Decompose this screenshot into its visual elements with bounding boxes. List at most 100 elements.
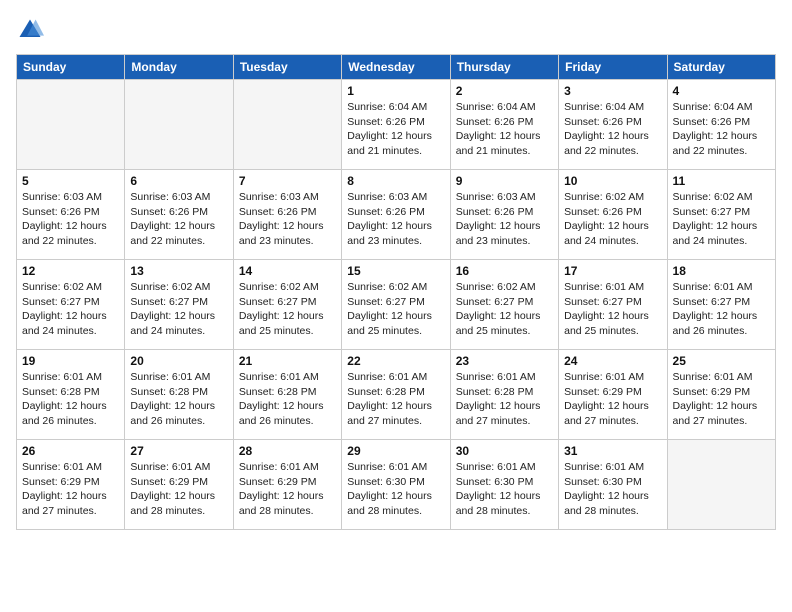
day-info: Sunrise: 6:03 AM Sunset: 6:26 PM Dayligh…: [239, 190, 336, 249]
day-number: 14: [239, 264, 336, 278]
header-saturday: Saturday: [667, 55, 775, 80]
day-info: Sunrise: 6:01 AM Sunset: 6:27 PM Dayligh…: [673, 280, 770, 339]
calendar-table: SundayMondayTuesdayWednesdayThursdayFrid…: [16, 54, 776, 530]
calendar-day-cell: 14 Sunrise: 6:02 AM Sunset: 6:27 PM Dayli…: [233, 260, 341, 350]
header-thursday: Thursday: [450, 55, 558, 80]
day-info: Sunrise: 6:02 AM Sunset: 6:27 PM Dayligh…: [239, 280, 336, 339]
day-number: 18: [673, 264, 770, 278]
day-info: Sunrise: 6:04 AM Sunset: 6:26 PM Dayligh…: [673, 100, 770, 159]
day-info: Sunrise: 6:03 AM Sunset: 6:26 PM Dayligh…: [130, 190, 227, 249]
calendar-day-cell: 11 Sunrise: 6:02 AM Sunset: 6:27 PM Dayli…: [667, 170, 775, 260]
day-info: Sunrise: 6:01 AM Sunset: 6:29 PM Dayligh…: [130, 460, 227, 519]
calendar-day-cell: [125, 80, 233, 170]
day-number: 22: [347, 354, 444, 368]
day-info: Sunrise: 6:04 AM Sunset: 6:26 PM Dayligh…: [347, 100, 444, 159]
calendar-day-cell: 24 Sunrise: 6:01 AM Sunset: 6:29 PM Dayli…: [559, 350, 667, 440]
day-number: 19: [22, 354, 119, 368]
calendar-week-row: 19 Sunrise: 6:01 AM Sunset: 6:28 PM Dayli…: [17, 350, 776, 440]
calendar-day-cell: 30Sunrise: 6:01 AM Sunset: 6:30 PM Dayli…: [450, 440, 558, 530]
header-friday: Friday: [559, 55, 667, 80]
calendar-day-cell: 23 Sunrise: 6:01 AM Sunset: 6:28 PM Dayli…: [450, 350, 558, 440]
day-number: 7: [239, 174, 336, 188]
calendar-week-row: 1Sunrise: 6:04 AM Sunset: 6:26 PM Daylig…: [17, 80, 776, 170]
day-info: Sunrise: 6:01 AM Sunset: 6:28 PM Dayligh…: [22, 370, 119, 429]
day-info: Sunrise: 6:01 AM Sunset: 6:29 PM Dayligh…: [239, 460, 336, 519]
day-info: Sunrise: 6:03 AM Sunset: 6:26 PM Dayligh…: [456, 190, 553, 249]
calendar-day-cell: 3Sunrise: 6:04 AM Sunset: 6:26 PM Daylig…: [559, 80, 667, 170]
day-info: Sunrise: 6:01 AM Sunset: 6:29 PM Dayligh…: [564, 370, 661, 429]
day-number: 26: [22, 444, 119, 458]
day-info: Sunrise: 6:01 AM Sunset: 6:28 PM Dayligh…: [456, 370, 553, 429]
day-info: Sunrise: 6:02 AM Sunset: 6:27 PM Dayligh…: [130, 280, 227, 339]
day-number: 27: [130, 444, 227, 458]
day-number: 10: [564, 174, 661, 188]
logo-icon: [16, 16, 44, 44]
header-tuesday: Tuesday: [233, 55, 341, 80]
calendar-day-cell: 16Sunrise: 6:02 AM Sunset: 6:27 PM Dayli…: [450, 260, 558, 350]
day-info: Sunrise: 6:01 AM Sunset: 6:30 PM Dayligh…: [347, 460, 444, 519]
day-number: 24: [564, 354, 661, 368]
calendar-day-cell: 4 Sunrise: 6:04 AM Sunset: 6:26 PM Daylig…: [667, 80, 775, 170]
day-info: Sunrise: 6:02 AM Sunset: 6:26 PM Dayligh…: [564, 190, 661, 249]
calendar-day-cell: [667, 440, 775, 530]
calendar-day-cell: [233, 80, 341, 170]
day-info: Sunrise: 6:01 AM Sunset: 6:28 PM Dayligh…: [239, 370, 336, 429]
calendar-day-cell: 21 Sunrise: 6:01 AM Sunset: 6:28 PM Dayli…: [233, 350, 341, 440]
calendar-day-cell: 15 Sunrise: 6:02 AM Sunset: 6:27 PM Dayli…: [342, 260, 450, 350]
calendar-day-cell: 12Sunrise: 6:02 AM Sunset: 6:27 PM Dayli…: [17, 260, 125, 350]
day-number: 9: [456, 174, 553, 188]
day-number: 29: [347, 444, 444, 458]
day-info: Sunrise: 6:02 AM Sunset: 6:27 PM Dayligh…: [456, 280, 553, 339]
calendar-day-cell: 17Sunrise: 6:01 AM Sunset: 6:27 PM Dayli…: [559, 260, 667, 350]
calendar-day-cell: 29 Sunrise: 6:01 AM Sunset: 6:30 PM Dayli…: [342, 440, 450, 530]
header-monday: Monday: [125, 55, 233, 80]
day-number: 25: [673, 354, 770, 368]
day-info: Sunrise: 6:01 AM Sunset: 6:28 PM Dayligh…: [347, 370, 444, 429]
day-info: Sunrise: 6:02 AM Sunset: 6:27 PM Dayligh…: [673, 190, 770, 249]
header-wednesday: Wednesday: [342, 55, 450, 80]
calendar-day-cell: 6 Sunrise: 6:03 AM Sunset: 6:26 PM Daylig…: [125, 170, 233, 260]
day-number: 23: [456, 354, 553, 368]
calendar-header-row: SundayMondayTuesdayWednesdayThursdayFrid…: [17, 55, 776, 80]
calendar-day-cell: 19 Sunrise: 6:01 AM Sunset: 6:28 PM Dayli…: [17, 350, 125, 440]
day-info: Sunrise: 6:03 AM Sunset: 6:26 PM Dayligh…: [347, 190, 444, 249]
calendar-day-cell: 25 Sunrise: 6:01 AM Sunset: 6:29 PM Dayli…: [667, 350, 775, 440]
calendar-day-cell: 5 Sunrise: 6:03 AM Sunset: 6:26 PM Daylig…: [17, 170, 125, 260]
day-number: 6: [130, 174, 227, 188]
day-number: 5: [22, 174, 119, 188]
calendar-day-cell: 8 Sunrise: 6:03 AM Sunset: 6:26 PM Daylig…: [342, 170, 450, 260]
header-sunday: Sunday: [17, 55, 125, 80]
day-number: 20: [130, 354, 227, 368]
day-number: 2: [456, 84, 553, 98]
day-info: Sunrise: 6:03 AM Sunset: 6:26 PM Dayligh…: [22, 190, 119, 249]
calendar-day-cell: 22 Sunrise: 6:01 AM Sunset: 6:28 PM Dayli…: [342, 350, 450, 440]
day-number: 21: [239, 354, 336, 368]
calendar-day-cell: [17, 80, 125, 170]
day-number: 28: [239, 444, 336, 458]
day-info: Sunrise: 6:02 AM Sunset: 6:27 PM Dayligh…: [347, 280, 444, 339]
day-number: 13: [130, 264, 227, 278]
day-number: 11: [673, 174, 770, 188]
page-header: [16, 16, 776, 44]
calendar-week-row: 26 Sunrise: 6:01 AM Sunset: 6:29 PM Dayli…: [17, 440, 776, 530]
calendar-day-cell: 18 Sunrise: 6:01 AM Sunset: 6:27 PM Dayli…: [667, 260, 775, 350]
day-info: Sunrise: 6:04 AM Sunset: 6:26 PM Dayligh…: [456, 100, 553, 159]
day-info: Sunrise: 6:04 AM Sunset: 6:26 PM Dayligh…: [564, 100, 661, 159]
calendar-week-row: 5 Sunrise: 6:03 AM Sunset: 6:26 PM Daylig…: [17, 170, 776, 260]
day-number: 30: [456, 444, 553, 458]
calendar-day-cell: 31 Sunrise: 6:01 AM Sunset: 6:30 PM Dayli…: [559, 440, 667, 530]
day-info: Sunrise: 6:01 AM Sunset: 6:28 PM Dayligh…: [130, 370, 227, 429]
calendar-day-cell: 13 Sunrise: 6:02 AM Sunset: 6:27 PM Dayli…: [125, 260, 233, 350]
calendar-week-row: 12Sunrise: 6:02 AM Sunset: 6:27 PM Dayli…: [17, 260, 776, 350]
day-number: 17: [564, 264, 661, 278]
day-info: Sunrise: 6:01 AM Sunset: 6:29 PM Dayligh…: [673, 370, 770, 429]
day-number: 31: [564, 444, 661, 458]
calendar-day-cell: 27 Sunrise: 6:01 AM Sunset: 6:29 PM Dayli…: [125, 440, 233, 530]
day-number: 8: [347, 174, 444, 188]
day-info: Sunrise: 6:01 AM Sunset: 6:30 PM Dayligh…: [564, 460, 661, 519]
calendar-day-cell: 28 Sunrise: 6:01 AM Sunset: 6:29 PM Dayli…: [233, 440, 341, 530]
day-number: 15: [347, 264, 444, 278]
calendar-day-cell: 7 Sunrise: 6:03 AM Sunset: 6:26 PM Daylig…: [233, 170, 341, 260]
calendar-day-cell: 2 Sunrise: 6:04 AM Sunset: 6:26 PM Daylig…: [450, 80, 558, 170]
day-number: 4: [673, 84, 770, 98]
